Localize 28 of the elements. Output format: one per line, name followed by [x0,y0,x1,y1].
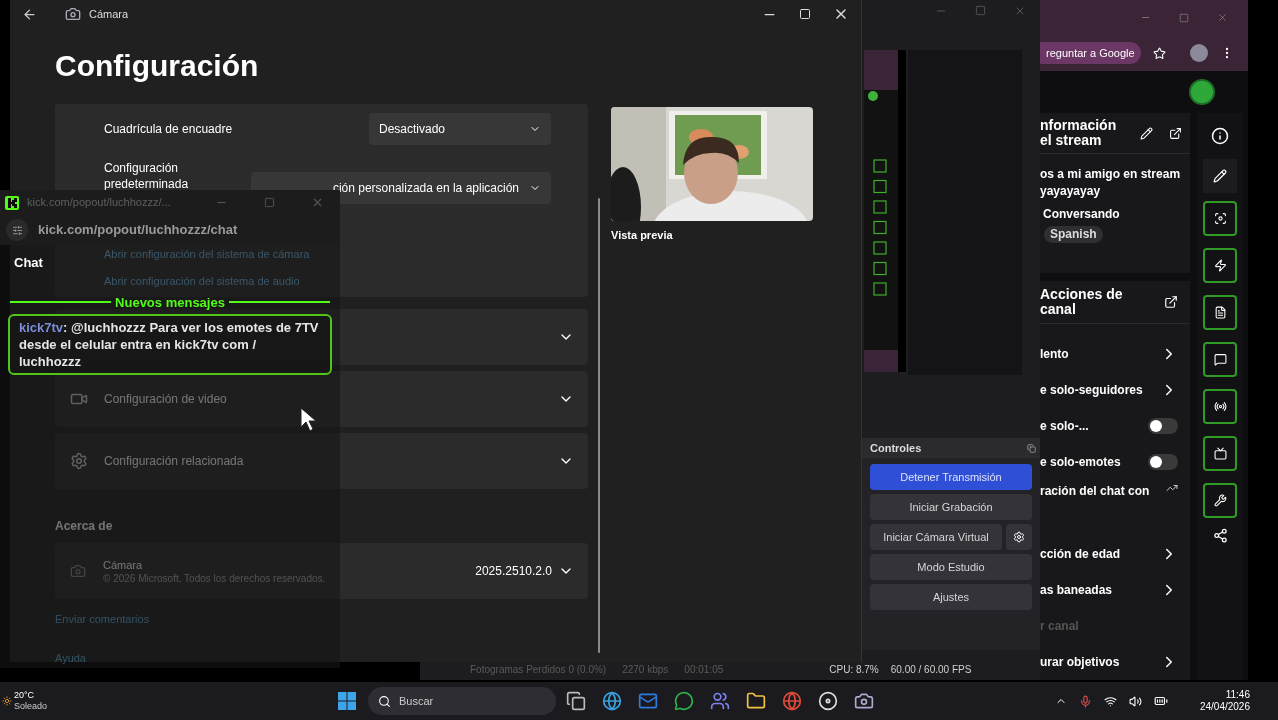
chat-heading: Chat [14,254,43,272]
card-title: Acciones de [1040,287,1123,302]
status-text: 00:01:05 [684,662,724,677]
category-text: Conversando [1043,206,1121,223]
window-title: kick.com/popout/luchhozzz/... [27,195,171,211]
preview-caption: Vista previa [611,228,674,243]
status-text: CPU: 8.7% [829,662,879,677]
page-heading: Configuración [55,48,260,84]
app-name: Cámara [103,557,144,572]
card-title: canal [1040,302,1077,317]
card-title: nformación [1040,118,1117,133]
new-messages-divider: Nuevos mensajes [114,293,226,312]
window-title: Cámara [89,6,129,22]
status-text: 60.00 / 60.00 FPS [890,662,972,677]
dock-title: Controles [870,440,922,456]
card-title: el stream [1040,133,1103,148]
status-text: 2270 kbps [622,662,669,677]
weather-condition: Soleado [14,701,48,712]
stream-title-text: os a mi amigo en stream [1040,166,1182,183]
chat-message: kick7tv: @luchhozzz Para ver los emotes de 7TV desde el celular entra en kick7tv com / luchhozzz [8,314,332,375]
weather-temp: 20°C [14,690,36,701]
version-text: 2025.2510.2.0 [475,563,552,580]
stream-title-text: yayayayay [1040,183,1102,200]
language-tag: Spanish [1044,226,1103,243]
url-text: kick.com/popout/luchhozzz/chat [38,221,238,240]
setting-label: Configuración predeterminada [104,160,190,192]
section-heading: Acerca de [55,518,114,535]
setting-label: Cuadrícula de encuadre [104,121,233,138]
